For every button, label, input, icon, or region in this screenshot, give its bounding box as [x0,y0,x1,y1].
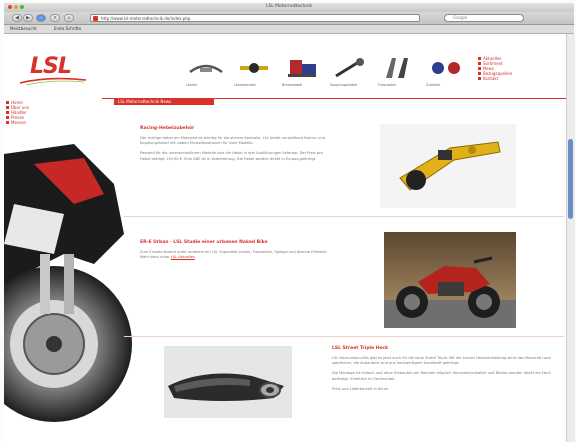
accessories-icon [432,62,460,74]
naked-bike-icon [384,256,516,328]
bookmarks-bar: Meistbesucht Erste Schritte [4,25,574,34]
bookmark-getting-started[interactable]: Erste Schritte [54,26,81,31]
home-button[interactable]: ⌂ [64,14,74,22]
article-text: Die Montage ist einfach und ohne Umbaute… [332,371,551,381]
article-title[interactable]: Racing-Hebelzubehör [140,126,330,131]
bullet-icon [478,77,481,81]
bar-ends-icon [240,63,268,73]
bullet-icon [478,62,481,66]
article-text: Der richtige Hebel am Motorrad ist wicht… [140,136,326,146]
clutch-lever-icon [335,58,364,78]
street-triple-tail-photo [164,346,292,418]
news-section-title: LSL Motorradtechnik News [114,98,214,105]
article-text: Passend für die unterschiedlichen Modell… [140,151,323,161]
brake-lever-icon [288,60,316,77]
handlebar-icon [189,64,223,73]
article-divider [124,216,564,217]
bullet-icon [6,111,9,115]
gold-lever-icon [399,141,501,191]
product-bar-ends[interactable]: Lenkerenden [232,52,276,94]
address-bar[interactable]: http://www.lsl-motorradtechnik.de/index.… [90,14,420,22]
web-page: LSL Lenker Lenkerenden Bremshebel Kupplu… [4,34,566,442]
motorcycle-hero-image [4,144,132,422]
menu-item[interactable]: Kontakt [478,76,512,81]
tail-section-icon [168,373,284,401]
logo-swoosh-icon [19,77,87,86]
bullet-icon [6,121,9,125]
product-brake-lever[interactable]: Bremshebel [280,52,324,94]
bullet-icon [6,116,9,120]
article-text: Zum Einsatz kommt unter anderem ein LSL … [140,250,328,260]
article-title[interactable]: LSL Street Triple Heck [332,346,552,351]
forward-button[interactable]: ▶ [23,14,33,22]
screen-photo: LSL Motorradtechnik ◀ ▶ × ⌂ http://www.l… [0,0,576,442]
product-nav: Lenker Lenkerenden Bremshebel Kupplungsh… [184,52,474,94]
article-title[interactable]: ER-6 Urban · LSL Studie einer urbanen Na… [140,240,330,245]
site-favicon-icon [93,15,98,21]
news-article: ER-6 Urban · LSL Studie einer urbanen Na… [140,240,330,260]
product-handlebar[interactable]: Lenker [184,52,228,94]
news-article: LSL Street Triple Heck LSL Heckumbau-Kit… [332,346,552,392]
stop-button[interactable]: × [50,14,60,22]
bullet-icon [6,106,9,110]
bullet-icon [478,57,481,61]
scrollbar-thumb[interactable] [568,139,573,219]
product-footrests[interactable]: Fussrasten [376,52,420,94]
article-text: LSL Heckumbau-Kits gibt es jetzt auch fü… [332,356,552,366]
er6-bike-photo [384,232,516,328]
lever-product-image [380,124,516,208]
search-input[interactable]: Google [444,14,524,22]
back-button[interactable]: ◀ [12,14,22,22]
bullet-icon [6,101,9,105]
article-link[interactable]: LSL Aktuelles [171,255,195,259]
browser-toolbar: ◀ ▶ × ⌂ http://www.lsl-motorradtechnik.d… [4,12,574,25]
product-accessories[interactable]: Zubehör [424,52,468,94]
sidebar-menu: Home Über uns Händler Presse Messen [6,100,29,125]
article-divider [124,336,564,337]
bullet-icon [478,67,481,71]
article-text: Preis und Lieferbarkeit in Kürze. [332,386,390,391]
bookmark-most-visited[interactable]: Meistbesucht [10,26,37,31]
footrests-icon [386,58,408,78]
main-menu: Aktuelles Sortiment News Bezugsquellen K… [478,56,512,81]
window-title: LSL Motorradtechnik [265,4,313,9]
news-article: Racing-Hebelzubehör Der richtige Hebel a… [140,126,330,162]
product-clutch-lever[interactable]: Kupplungshebel [328,52,372,94]
reload-button[interactable] [36,14,46,22]
url-text: http://www.lsl-motorradtechnik.de/index.… [101,16,191,21]
bullet-icon [478,72,481,76]
vertical-scrollbar[interactable] [566,34,575,442]
sidebar-item-fairs[interactable]: Messen [6,120,29,125]
